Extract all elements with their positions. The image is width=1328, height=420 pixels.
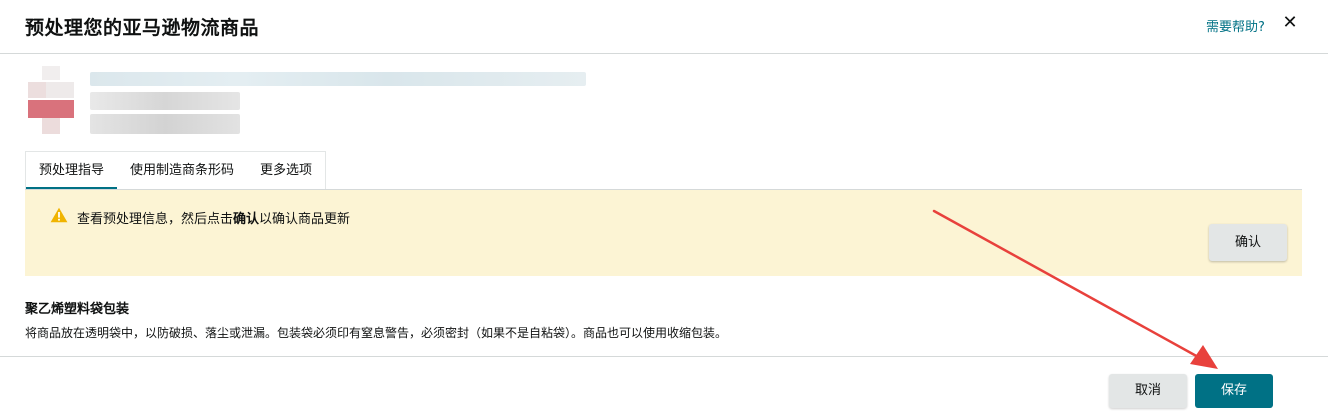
product-thumbnail [28, 64, 78, 136]
cancel-button[interactable]: 取消 [1109, 374, 1187, 408]
packaging-title: 聚乙烯塑料袋包装 [25, 302, 130, 317]
tab-prep-guidance[interactable]: 预处理指导 [26, 152, 118, 189]
alert-banner: 查看预处理信息，然后点击确认以确认商品更新 确认 [25, 190, 1302, 276]
product-meta-blurred [90, 92, 240, 110]
warning-icon [50, 207, 68, 223]
tab-manufacturer-barcode[interactable]: 使用制造商条形码 [117, 152, 247, 189]
product-summary [28, 64, 588, 138]
alert-message: 查看预处理信息，然后点击确认以确认商品更新 [77, 212, 351, 227]
modal-title: 预处理您的亚马逊物流商品 [25, 17, 260, 39]
modal-header: 预处理您的亚马逊物流商品 需要帮助? ✕ [0, 0, 1328, 54]
confirm-button[interactable]: 确认 [1209, 224, 1287, 261]
product-title-blurred [90, 72, 586, 86]
help-link[interactable]: 需要帮助? [1206, 16, 1265, 35]
tab-bar: 预处理指导 使用制造商条形码 更多选项 [25, 151, 327, 189]
close-icon[interactable]: ✕ [1280, 13, 1300, 33]
tab-more-options[interactable]: 更多选项 [247, 152, 325, 189]
product-meta-blurred-2 [90, 114, 240, 134]
footer-divider [0, 356, 1328, 357]
save-button[interactable]: 保存 [1195, 374, 1273, 408]
packaging-description: 将商品放在透明袋中，以防破损、落尘或泄漏。包装袋必须印有窒息警告，必须密封（如果… [25, 326, 728, 340]
